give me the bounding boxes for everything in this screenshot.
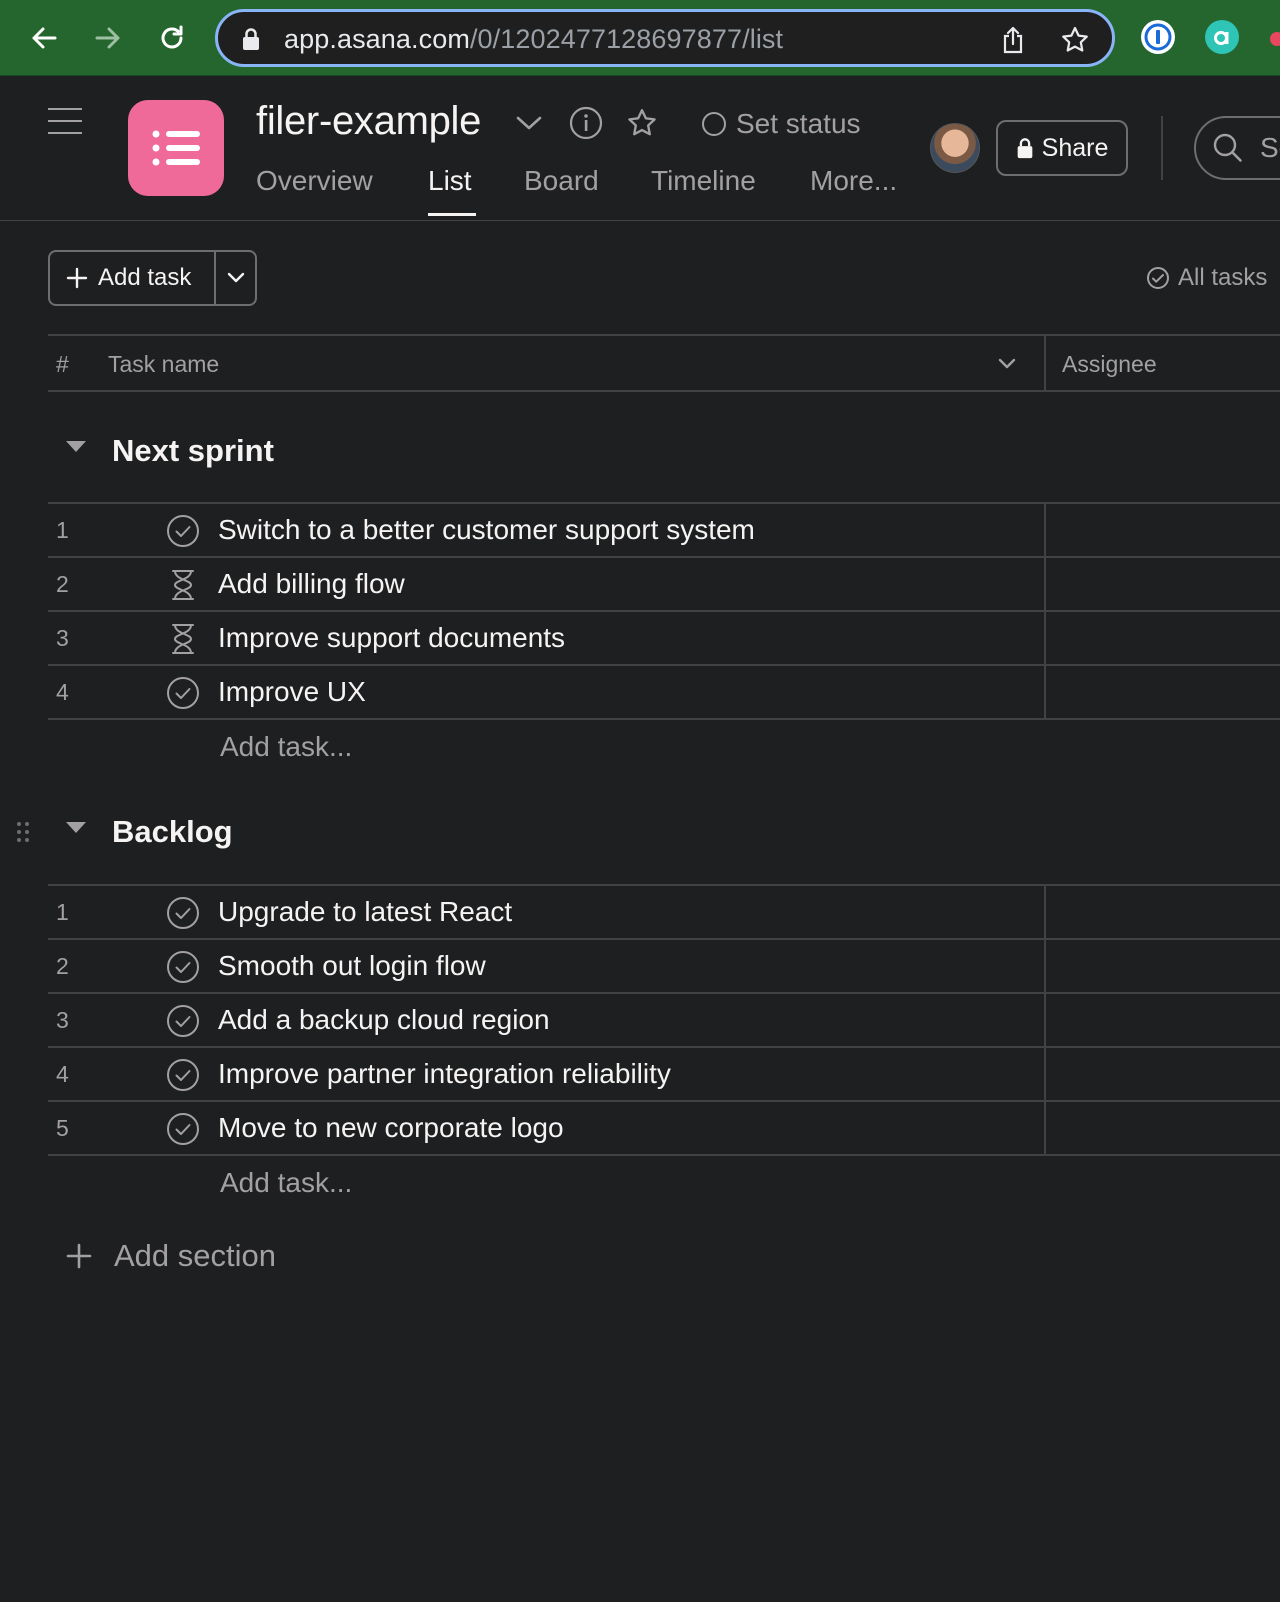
notification-dot [1270, 32, 1280, 46]
task-name[interactable]: Improve UX [218, 676, 366, 708]
column-divider [1044, 1048, 1046, 1100]
check-circle-icon [1147, 267, 1169, 289]
check-circle-icon[interactable] [166, 896, 200, 930]
column-divider [1044, 886, 1046, 938]
hamburger-menu-icon[interactable] [48, 108, 82, 136]
check-circle-icon[interactable] [166, 1004, 200, 1038]
lock-icon[interactable] [242, 27, 260, 56]
back-arrow-icon[interactable] [22, 16, 66, 60]
set-status-button[interactable]: Set status [702, 106, 861, 142]
search-icon [1212, 132, 1244, 169]
asana-extension-icon[interactable] [1205, 20, 1239, 54]
forward-arrow-icon[interactable] [86, 16, 130, 60]
share-button[interactable]: Share [996, 120, 1128, 176]
column-number-header: # [56, 351, 69, 377]
section-header-backlog: Backlog [17, 808, 1280, 858]
table-row[interactable]: 5 Move to new corporate logo [48, 1100, 1280, 1156]
collapse-triangle-icon[interactable] [66, 822, 86, 833]
tab-list[interactable]: List [428, 165, 472, 197]
active-tab-indicator [428, 213, 476, 216]
add-task-inline-input[interactable]: Add task... [220, 1167, 352, 1199]
table-row[interactable]: 4 Improve partner integration reliabilit… [48, 1046, 1280, 1100]
task-name[interactable]: Smooth out login flow [218, 950, 486, 982]
tab-overview[interactable]: Overview [256, 165, 373, 197]
header-divider [1161, 116, 1163, 180]
project-title[interactable]: filer-example [256, 99, 481, 144]
chevron-down-icon[interactable] [996, 352, 1018, 379]
check-circle-icon[interactable] [166, 514, 200, 548]
table-row[interactable]: 1 Switch to a better customer support sy… [48, 502, 1280, 556]
column-divider [1044, 666, 1046, 718]
project-icon[interactable] [128, 100, 224, 196]
column-divider [1044, 1102, 1046, 1154]
tab-timeline[interactable]: Timeline [651, 165, 756, 197]
task-name[interactable]: Switch to a better customer support syst… [218, 514, 755, 546]
table-column-header: # Task name Assignee [48, 334, 1280, 392]
info-icon[interactable] [568, 105, 604, 141]
column-divider [1044, 994, 1046, 1046]
table-row[interactable]: 3 Add a backup cloud region [48, 992, 1280, 1046]
table-row[interactable]: 4 Improve UX [48, 664, 1280, 720]
lock-icon [1017, 138, 1032, 159]
chevron-down-icon [227, 272, 244, 283]
task-name[interactable]: Move to new corporate logo [218, 1112, 564, 1144]
favorite-star-icon[interactable] [624, 105, 660, 141]
table-row[interactable]: 3 Improve support documents [48, 610, 1280, 664]
drag-handle-icon[interactable] [16, 820, 30, 844]
column-divider [1044, 612, 1046, 664]
tab-board[interactable]: Board [524, 165, 599, 197]
column-divider [1044, 336, 1046, 392]
task-name[interactable]: Add a backup cloud region [218, 1004, 550, 1036]
add-task-button[interactable]: Add task [50, 252, 214, 304]
bookmark-star-icon[interactable] [1060, 25, 1090, 55]
column-divider [1044, 558, 1046, 610]
task-name[interactable]: Upgrade to latest React [218, 896, 512, 928]
table-row[interactable]: 2 Smooth out login flow [48, 938, 1280, 992]
table-row[interactable]: 2 Add billing flow [48, 556, 1280, 610]
column-assignee-header[interactable]: Assignee [1062, 351, 1157, 378]
tab-more[interactable]: More... [810, 165, 897, 197]
table-row[interactable]: 1 Upgrade to latest React [48, 884, 1280, 938]
section-header-next-sprint: Next sprint [48, 427, 1280, 477]
plus-icon [66, 1243, 92, 1269]
avatar[interactable] [930, 123, 980, 173]
search-input[interactable]: Se [1194, 116, 1280, 180]
check-circle-icon[interactable] [166, 950, 200, 984]
check-circle-icon[interactable] [166, 1112, 200, 1146]
hourglass-icon[interactable] [166, 622, 200, 656]
check-circle-icon[interactable] [166, 1058, 200, 1092]
task-filter-button[interactable]: All tasks [1146, 263, 1267, 293]
column-task-name-header[interactable]: Task name [108, 351, 219, 378]
task-name[interactable]: Add billing flow [218, 568, 405, 600]
add-task-button-group: Add task [48, 250, 257, 306]
task-name[interactable]: Improve partner integration reliability [218, 1058, 671, 1090]
check-circle-icon[interactable] [166, 676, 200, 710]
collapse-triangle-icon[interactable] [66, 441, 86, 452]
column-divider [1044, 504, 1046, 556]
column-divider [1044, 940, 1046, 992]
section-title[interactable]: Next sprint [112, 433, 274, 469]
add-task-dropdown-button[interactable] [216, 252, 255, 304]
task-name[interactable]: Improve support documents [218, 622, 565, 654]
share-page-icon[interactable] [998, 25, 1028, 55]
hourglass-icon[interactable] [166, 568, 200, 602]
plus-icon [66, 267, 88, 289]
chevron-down-icon[interactable] [514, 111, 544, 135]
section-title[interactable]: Backlog [112, 814, 233, 850]
browser-toolbar: app.asana.com/0/1202477128697877/list [0, 0, 1280, 76]
password-manager-extension-icon[interactable] [1141, 20, 1175, 54]
add-section-button[interactable]: Add section [66, 1236, 276, 1276]
url-text[interactable]: app.asana.com/0/1202477128697877/list [284, 24, 783, 55]
address-bar[interactable]: app.asana.com/0/1202477128697877/list [215, 9, 1115, 67]
status-circle-icon [702, 112, 726, 136]
add-task-inline-input[interactable]: Add task... [220, 731, 352, 763]
reload-icon[interactable] [150, 16, 194, 60]
